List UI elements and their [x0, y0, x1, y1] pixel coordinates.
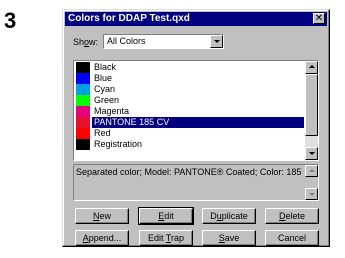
arrow-down-icon: [309, 193, 315, 196]
color-swatch: [76, 117, 90, 128]
description-text: Separated color; Model: PANTONE® Coated;…: [76, 167, 302, 177]
color-name: PANTONE 185 CV: [92, 117, 304, 128]
dropdown-button[interactable]: [210, 35, 223, 48]
edit-trap-button[interactable]: Edit Trap: [139, 230, 193, 246]
scroll-down-button[interactable]: [305, 147, 318, 160]
list-scrollbar[interactable]: [305, 61, 318, 160]
list-item-green[interactable]: Green: [75, 95, 304, 106]
arrow-up-icon: [309, 169, 315, 172]
scroll-up-button[interactable]: [305, 165, 318, 177]
edit-button[interactable]: Edit: [138, 207, 194, 225]
colors-dialog: Colors for DDAP Test.qxd ✕ Show: All Col…: [62, 9, 330, 247]
color-swatch: [76, 62, 90, 73]
color-swatch: [76, 106, 90, 117]
color-swatch: [76, 128, 90, 139]
dialog-title: Colors for DDAP Test.qxd: [68, 13, 190, 24]
color-description: Separated color; Model: PANTONE® Coated;…: [73, 164, 319, 201]
list-item-magenta[interactable]: Magenta: [75, 106, 304, 117]
scroll-down-button[interactable]: [305, 188, 318, 200]
color-name: Green: [94, 95, 120, 105]
color-name: Red: [94, 128, 111, 138]
color-name: Registration: [94, 139, 143, 149]
duplicate-button[interactable]: Duplicate: [202, 208, 256, 224]
delete-button[interactable]: Delete: [265, 208, 319, 224]
save-button[interactable]: Save: [202, 230, 256, 246]
arrow-down-icon: [309, 152, 315, 155]
colors-list[interactable]: Black Blue Cyan Green Magenta PANTONE 18…: [73, 60, 319, 161]
color-name: Black: [94, 62, 117, 72]
cancel-button[interactable]: Cancel: [265, 230, 319, 246]
show-dropdown-value: All Colors: [107, 36, 146, 46]
title-bar[interactable]: Colors for DDAP Test.qxd ✕: [65, 12, 327, 26]
color-name: Blue: [94, 73, 113, 83]
new-button[interactable]: New: [75, 208, 129, 224]
list-item-cyan[interactable]: Cyan: [75, 84, 304, 95]
list-item-registration[interactable]: Registration: [75, 139, 304, 150]
color-swatch: [76, 84, 90, 95]
show-dropdown[interactable]: All Colors: [103, 34, 224, 49]
append-button[interactable]: Append...: [75, 230, 129, 246]
list-item-pantone-185-cv[interactable]: PANTONE 185 CV: [75, 117, 304, 128]
chevron-down-icon: [214, 40, 220, 43]
list-item-red[interactable]: Red: [75, 128, 304, 139]
color-swatch: [76, 73, 90, 84]
color-swatch: [76, 95, 90, 106]
description-scrollbar[interactable]: [305, 165, 318, 200]
color-swatch: [76, 139, 90, 150]
scroll-thumb[interactable]: [305, 74, 318, 136]
arrow-up-icon: [309, 65, 315, 68]
color-name: Magenta: [94, 106, 130, 116]
close-icon[interactable]: ✕: [313, 13, 325, 24]
list-item-blue[interactable]: Blue: [75, 73, 304, 84]
show-label: Show:: [73, 37, 99, 47]
step-number: 3: [4, 8, 17, 33]
color-name: Cyan: [94, 84, 116, 94]
list-item-black[interactable]: Black: [75, 62, 304, 73]
scroll-up-button[interactable]: [305, 61, 318, 74]
